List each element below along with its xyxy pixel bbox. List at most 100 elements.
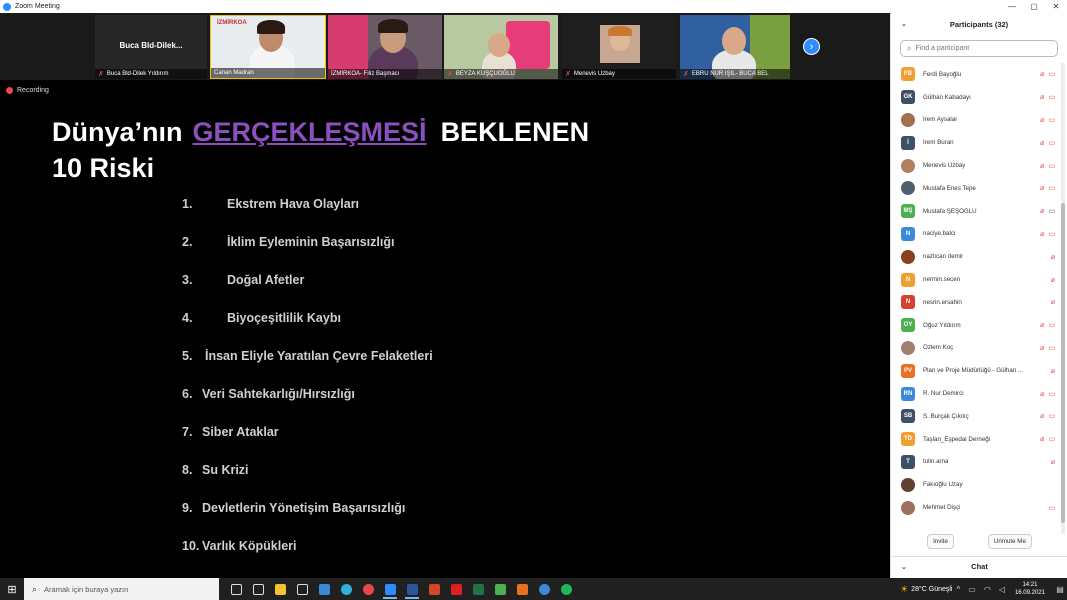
avatar: RN (901, 386, 915, 401)
avatar-photo (901, 158, 915, 173)
title-line-2: 10 Riski (52, 153, 155, 183)
participant-status-icons: ⌀ (1051, 276, 1055, 284)
scrollbar-thumb[interactable] (1061, 203, 1065, 523)
acrobat-icon[interactable] (445, 578, 467, 600)
chrome-icon[interactable] (357, 578, 379, 600)
file-explorer-icon[interactable] (269, 578, 291, 600)
participant-name: naciye.balci (923, 230, 956, 238)
mic-muted-icon: ⌀ (1050, 276, 1055, 284)
participant-row[interactable]: nazlıcan demir ⌀ (891, 245, 1061, 268)
participant-head (722, 27, 746, 55)
participant-name: Plan ve Proje Müdürlüğü - Gülhan ... (923, 367, 1024, 375)
zoom-window: Zoom Meeting — ▢ ✕ Buca Bld-Dilek... ✗ B… (0, 0, 1067, 600)
participant-row[interactable]: Mustafa Enes Tepe ⌀ ▭ (891, 177, 1061, 200)
shared-screen-slide: Recording Dünya’nın GERÇEKLEŞMESİ BEKLENEN… (0, 80, 890, 578)
avatar: MŞ (901, 204, 915, 219)
participants-panel: ⌄ Participants (32) ⌕ Find a participant… (890, 13, 1067, 578)
participant-row[interactable]: OY Oğuz Yıldırım ⌀ ▭ (891, 314, 1061, 337)
participant-row[interactable]: Mehmet Dişçi ▭ (891, 496, 1061, 519)
green-app-icon[interactable] (489, 578, 511, 600)
participant-row[interactable]: Nnermin.secen ⌀ (891, 268, 1061, 291)
participant-row[interactable]: Özlem Koç ⌀ ▭ (891, 337, 1061, 360)
participant-row[interactable]: MŞ Mustafa ŞEŞOĞLU ⌀ ▭ (891, 200, 1061, 223)
unmute-me-button[interactable]: Unmute Me (987, 533, 1032, 549)
green-app-icon-glyph (494, 583, 506, 595)
excel-icon[interactable] (467, 578, 489, 600)
windows-start-icon[interactable]: ⊞ (0, 578, 24, 600)
participant-status-icons: ⌀ ▭ (1040, 162, 1055, 170)
avatar: N (901, 226, 915, 241)
participant-row[interactable]: Menevis Uzbay ⌀ ▭ (891, 154, 1061, 177)
participant-name: R. Nur Demirci (923, 390, 964, 398)
participant-row[interactable]: İrem Aysalar ⌀ ▭ (891, 109, 1061, 132)
clock[interactable]: 14:21 16.09.2021 (1015, 581, 1045, 597)
wifi-icon[interactable]: ◠ (984, 585, 991, 594)
photos-icon[interactable] (533, 578, 555, 600)
zoom-icon[interactable] (379, 578, 401, 600)
minimize-button[interactable]: — (1001, 2, 1023, 11)
weather-text[interactable]: 28°C Güneşli (911, 586, 952, 593)
camera-off-icon: ▭ (1048, 116, 1055, 124)
tile-logo: İZMİRKOA (217, 20, 247, 26)
camera-off-icon: ▭ (1048, 94, 1055, 102)
video-tile-filiz[interactable]: İZMİRKOA- Filiz Başmacı (328, 15, 442, 79)
video-tile-buca[interactable]: Buca Bld-Dilek... ✗ Buca Bld-Dilek Yıldı… (95, 15, 207, 79)
participant-status-icons: ⌀ ▭ (1040, 390, 1055, 398)
widgets-icon-glyph (252, 583, 264, 595)
participant-row[interactable]: PV Plan ve Proje Müdürlüğü - Gülhan ... ⌀ (891, 359, 1061, 382)
recording-indicator[interactable]: Recording (6, 87, 49, 94)
volume-icon[interactable]: ◁ (999, 585, 1005, 594)
chrome-icon-glyph (362, 583, 374, 595)
taskbar-search[interactable]: ⌕ Aramak için buraya yazın (24, 578, 219, 600)
mic-muted-icon: ⌀ (1050, 458, 1055, 466)
participant-row[interactable]: GK Gülhan Kabadayı ⌀ ▭ (891, 86, 1061, 109)
video-tile-menevis[interactable]: ✗ Menevis Uzbay (562, 15, 676, 79)
tile-name: Canan Madran (214, 70, 254, 76)
widgets-icon[interactable] (247, 578, 269, 600)
participant-row[interactable]: Fakıoğlu Uzay (891, 473, 1061, 496)
camera-off-icon: ▭ (1048, 71, 1055, 79)
avatar-photo (901, 477, 915, 492)
participant-status-icons: ⌀ (1051, 298, 1055, 306)
participant-list[interactable]: FB Ferdi Bayoğlu ⌀ ▭ GK Gülhan Kabadayı ⌀ ▭ İrem… (891, 63, 1061, 534)
invite-button[interactable]: Invite (927, 533, 954, 549)
chevron-down-icon[interactable]: ⌄ (901, 563, 907, 571)
video-tile-beyza[interactable]: ✗ BEYZA KUŞÇUOĞLU (444, 15, 558, 79)
maximize-button[interactable]: ▢ (1023, 2, 1045, 11)
paint-icon-glyph (516, 583, 528, 595)
participant-row[interactable]: TD Taşlan_Eşpedal Derneği ⌀ ▭ (891, 428, 1061, 451)
task-view-icon[interactable] (225, 578, 247, 600)
paint-icon[interactable] (511, 578, 533, 600)
spotify-icon[interactable] (555, 578, 577, 600)
participant-row[interactable]: FB Ferdi Bayoğlu ⌀ ▭ (891, 63, 1061, 86)
avatar: FB (901, 67, 915, 82)
chevron-up-icon[interactable]: ^ (957, 585, 961, 594)
powerpoint-icon[interactable] (423, 578, 445, 600)
chevron-down-icon[interactable]: ⌄ (901, 20, 907, 28)
network-icon[interactable]: ▭ (968, 585, 976, 594)
participant-row[interactable]: Nnaciye.balci ⌀ ▭ (891, 223, 1061, 246)
video-tile-ebru[interactable]: ✗ EBRU NUR IŞIL- BUCA BEL (680, 15, 790, 79)
close-button[interactable]: ✕ (1045, 2, 1067, 11)
participant-row[interactable]: Nnesrin.ersahin ⌀ (891, 291, 1061, 314)
participant-row[interactable]: Ttulin.arna ⌀ (891, 451, 1061, 474)
edge-icon[interactable] (335, 578, 357, 600)
video-tile-canan[interactable]: İZMİRKOA Canan Madran (210, 15, 326, 79)
risk-item: 10. Varlık Köpükleri (182, 539, 297, 553)
participant-name: İrem Buran (923, 139, 954, 147)
participant-row[interactable]: RN R. Nur Demirci ⌀ ▭ (891, 382, 1061, 405)
mic-muted-icon: ✗ (447, 71, 453, 78)
chevron-right-icon[interactable]: › (803, 38, 820, 55)
participant-scrollbar[interactable] (1061, 63, 1065, 534)
tile-name-bar: Canan Madran (211, 68, 325, 78)
participant-row[interactable]: SB S. Burçak Çıkılıç ⌀ ▭ (891, 405, 1061, 428)
chat-header[interactable]: ⌄ Chat (891, 556, 1067, 576)
word-icon[interactable] (401, 578, 423, 600)
participant-search[interactable]: ⌕ Find a participant (900, 40, 1058, 57)
mail-icon[interactable] (313, 578, 335, 600)
store-icon[interactable] (291, 578, 313, 600)
windows-taskbar: ⊞ ⌕ Aramak için buraya yazın ☀ 28°C Güne… (0, 578, 1067, 600)
mic-muted-icon: ✗ (683, 71, 689, 78)
notification-icon[interactable]: ▤ (1053, 585, 1067, 594)
participant-row[interactable]: İ İrem Buran ⌀ ▭ (891, 131, 1061, 154)
